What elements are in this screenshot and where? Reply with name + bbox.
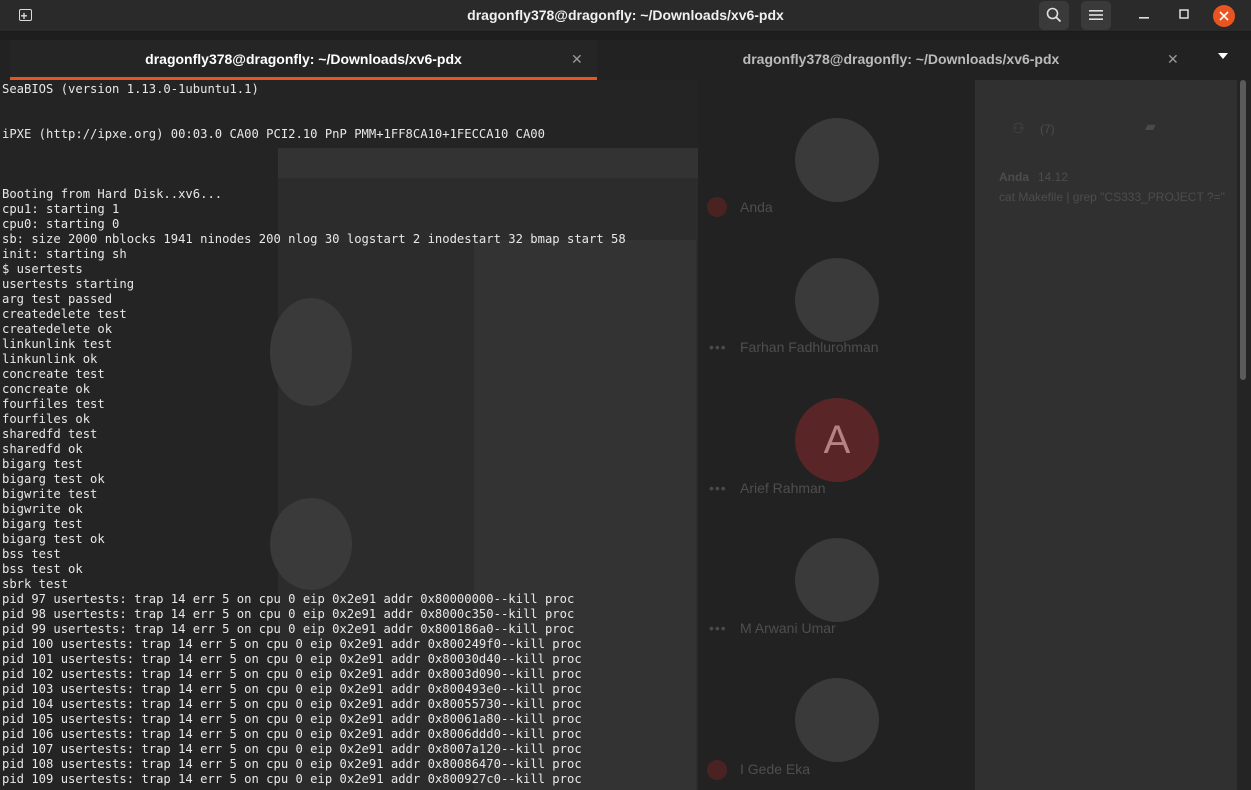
close-icon[interactable]: ✕ <box>571 40 583 78</box>
tab-label: dragonfly378@dragonfly: ~/Downloads/xv6-… <box>145 51 462 67</box>
terminal-line: createdelete ok <box>2 322 113 336</box>
terminal-line: pid 100 usertests: trap 14 err 5 on cpu … <box>2 637 582 651</box>
terminal-line: cpu0: starting 0 <box>2 217 120 231</box>
menu-button[interactable] <box>1081 1 1111 30</box>
terminal-line: bss test ok <box>2 562 83 576</box>
search-icon <box>1046 7 1062 23</box>
terminal-line: pid 104 usertests: trap 14 err 5 on cpu … <box>2 697 582 711</box>
minimize-button[interactable] <box>1134 6 1154 26</box>
terminal-line: pid 105 usertests: trap 14 err 5 on cpu … <box>2 712 582 726</box>
terminal-line: bigarg test <box>2 517 83 531</box>
close-icon <box>1219 11 1229 21</box>
terminal-line: linkunlink test <box>2 337 113 351</box>
terminal-line: bigarg test ok <box>2 472 105 486</box>
terminal-view[interactable]: Anda ••• Farhan Fadhlurohman A ••• Arief… <box>0 80 1251 790</box>
hamburger-menu-icon <box>1089 10 1103 20</box>
terminal-line: pid 101 usertests: trap 14 err 5 on cpu … <box>2 652 582 666</box>
terminal-line: fourfiles ok <box>2 412 91 426</box>
scrollbar[interactable] <box>1240 80 1246 380</box>
terminal-line: pid 97 usertests: trap 14 err 5 on cpu 0… <box>2 592 575 606</box>
chevron-down-icon[interactable] <box>1218 53 1228 59</box>
tab-label: dragonfly378@dragonfly: ~/Downloads/xv6-… <box>742 51 1060 67</box>
terminal-line: fourfiles test <box>2 397 105 411</box>
minimize-icon <box>1139 17 1149 19</box>
maximize-button[interactable] <box>1174 6 1194 26</box>
maximize-icon <box>1179 9 1189 19</box>
terminal-line: cpu1: starting 1 <box>2 202 120 216</box>
terminal-line: Booting from Hard Disk..xv6... <box>2 187 223 201</box>
terminal-line: pid 99 usertests: trap 14 err 5 on cpu 0… <box>2 622 575 636</box>
terminal-line: bigwrite test <box>2 487 98 501</box>
terminal-line: concreate ok <box>2 382 91 396</box>
terminal-line: init: starting sh <box>2 247 127 261</box>
close-icon[interactable]: ✕ <box>1167 40 1179 78</box>
terminal-line: concreate test <box>2 367 105 381</box>
terminal-line: pid 109 usertests: trap 14 err 5 on cpu … <box>2 772 582 786</box>
terminal-line: usertests starting <box>2 277 135 291</box>
terminal-line: sb: size 2000 nblocks 1941 ninodes 200 n… <box>2 232 626 246</box>
terminal-line: bigarg test <box>2 457 83 471</box>
tab-bar: dragonfly378@dragonfly: ~/Downloads/xv6-… <box>0 40 1251 80</box>
terminal-line: createdelete test <box>2 307 127 321</box>
terminal-line: bigarg test ok <box>2 532 105 546</box>
terminal-line: pid 106 usertests: trap 14 err 5 on cpu … <box>2 727 582 741</box>
terminal-line: pid 107 usertests: trap 14 err 5 on cpu … <box>2 742 582 756</box>
terminal-line: bigwrite ok <box>2 502 83 516</box>
terminal-line: bss test <box>2 547 61 561</box>
terminal-line: sharedfd ok <box>2 442 83 456</box>
terminal-line: SeaBIOS (version 1.13.0-1ubuntu1.1) <box>2 82 259 96</box>
close-button[interactable] <box>1213 5 1235 27</box>
terminal-line: arg test passed <box>2 292 113 306</box>
terminal-line: pid 108 usertests: trap 14 err 5 on cpu … <box>2 757 582 771</box>
tab-terminal-2[interactable]: dragonfly378@dragonfly: ~/Downloads/xv6-… <box>602 40 1200 80</box>
terminal-line: sbrk test <box>2 577 69 591</box>
terminal-output: SeaBIOS (version 1.13.0-1ubuntu1.1) iPXE … <box>2 82 1232 787</box>
terminal-line: sharedfd test <box>2 427 98 441</box>
terminal-line: linkunlink ok <box>2 352 98 366</box>
terminal-line: iPXE (http://ipxe.org) 00:03.0 CA00 PCI2… <box>2 127 545 141</box>
terminal-line: pid 98 usertests: trap 14 err 5 on cpu 0… <box>2 607 575 621</box>
title-bar: dragonfly378@dragonfly: ~/Downloads/xv6-… <box>0 0 1251 32</box>
tab-terminal-1[interactable]: dragonfly378@dragonfly: ~/Downloads/xv6-… <box>10 40 597 80</box>
terminal-line: $ usertests <box>2 262 83 276</box>
terminal-line: pid 103 usertests: trap 14 err 5 on cpu … <box>2 682 582 696</box>
search-button[interactable] <box>1039 1 1069 30</box>
terminal-line: pid 102 usertests: trap 14 err 5 on cpu … <box>2 667 582 681</box>
